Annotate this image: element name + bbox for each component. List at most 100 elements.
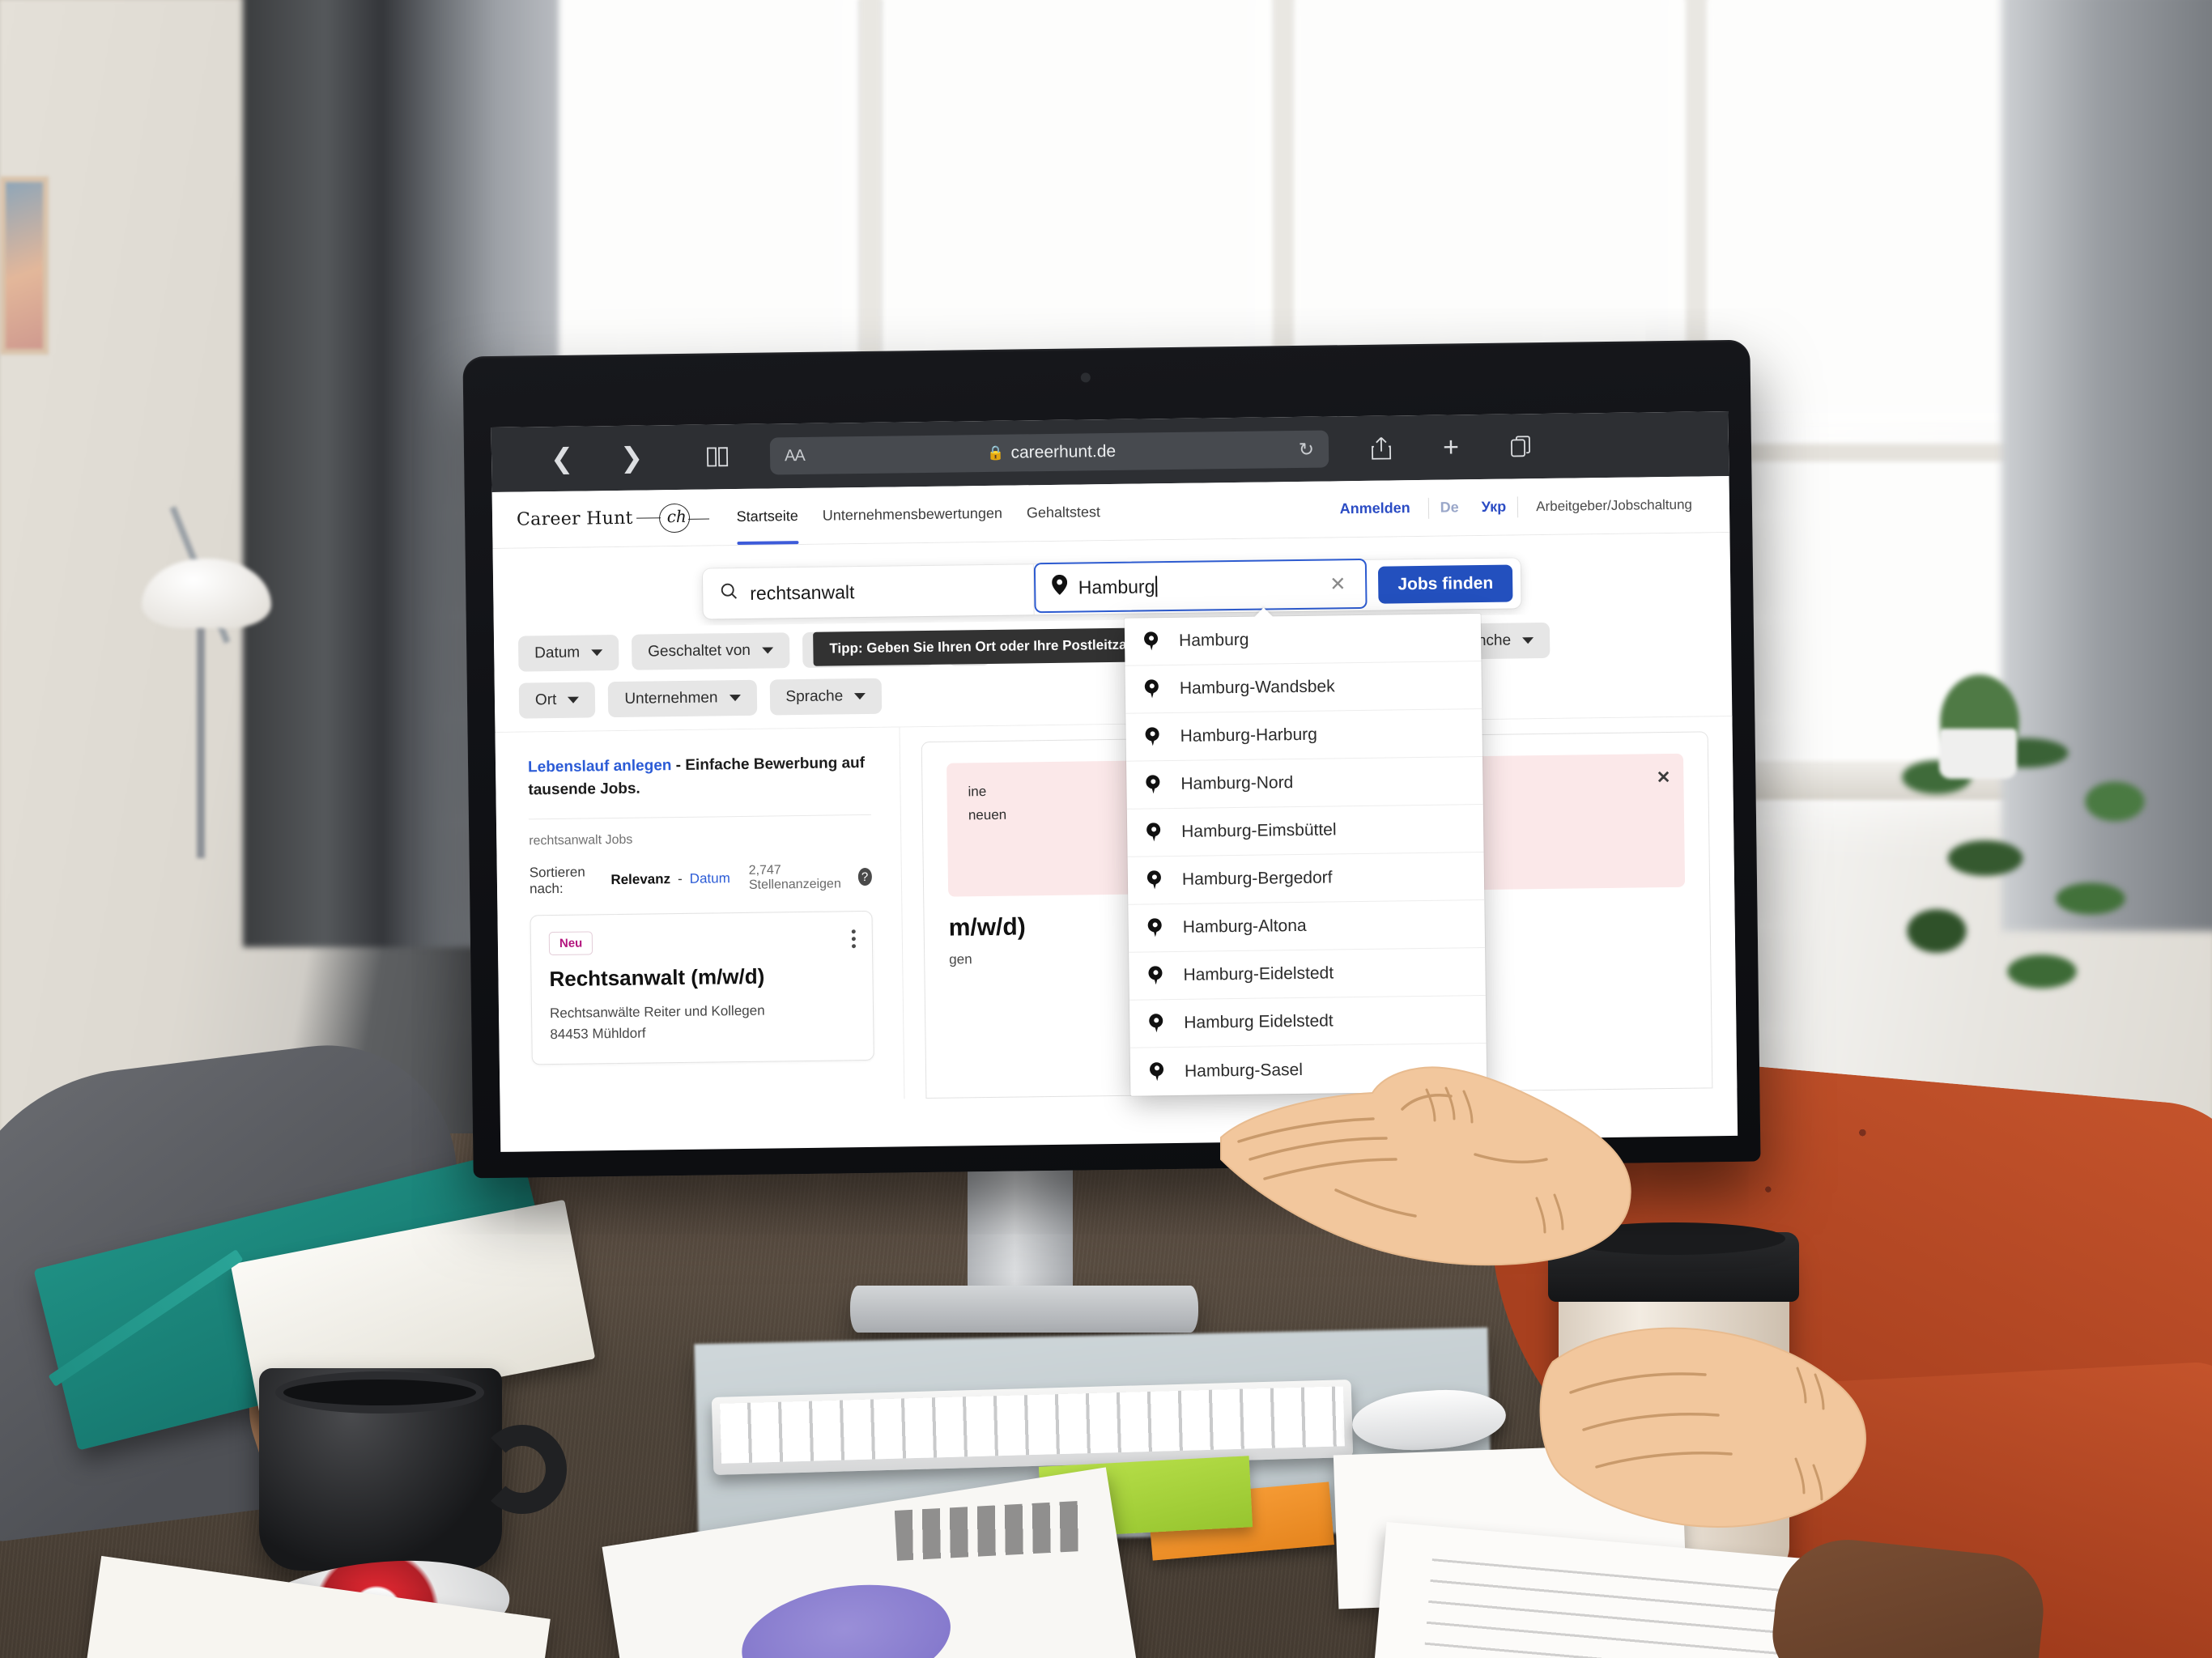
- suggestion-item[interactable]: Hamburg-Harburg: [1125, 709, 1483, 762]
- sort-row: Sortieren nach: Relevanz - Datum 2,747 S…: [529, 861, 873, 898]
- sign-in-link[interactable]: Anmelden: [1322, 500, 1428, 518]
- keyword-search-field[interactable]: rechtsanwalt: [702, 564, 1035, 619]
- search-bar: rechtsanwalt Hamburg ✕ Jobs finden: [702, 558, 1521, 619]
- nav-item-startseite[interactable]: Startseite: [736, 488, 798, 545]
- suggestion-item[interactable]: Hamburg-Altona: [1128, 899, 1486, 953]
- location-pin-icon: [1149, 1014, 1163, 1033]
- lamp-stem: [197, 623, 205, 858]
- dropdown-arrow: [1253, 607, 1274, 618]
- suggestion-item[interactable]: Hamburg-Eidelstedt: [1129, 947, 1486, 1001]
- location-pin-icon: [1144, 631, 1158, 651]
- chevron-down-icon: [729, 694, 741, 702]
- job-card[interactable]: Neu Rechtsanwalt (m/w/d) Rechtsanwälte R…: [530, 910, 874, 1065]
- filter-chip-label: Unternehmen: [624, 689, 718, 708]
- main-nav: Startseite Unternehmensbewertungen Gehal…: [736, 484, 1100, 545]
- plant-pot: [1939, 729, 2017, 779]
- job-title[interactable]: Rechtsanwalt (m/w/d): [549, 963, 854, 992]
- filter-chip-unternehmen[interactable]: Unternehmen: [608, 679, 757, 718]
- book-icon[interactable]: [683, 445, 752, 469]
- chevron-down-icon: [854, 692, 866, 700]
- suggestion-label: Hamburg-Wandsbek: [1179, 677, 1335, 698]
- location-pin-icon: [1146, 775, 1159, 794]
- keyword-results-label: rechtsanwalt Jobs: [529, 832, 633, 848]
- handwritten-title: [894, 1500, 1083, 1561]
- clear-location-icon[interactable]: ✕: [1326, 572, 1349, 596]
- location-pin-icon: [1150, 1062, 1163, 1082]
- divider: [528, 814, 871, 820]
- screen: ❮ ❯ AA 🔒 careerhunt.de ↻ + Career Hunt c…: [491, 410, 1738, 1152]
- suggestion-label: Hamburg-Harburg: [1180, 725, 1318, 746]
- mug-handle: [478, 1425, 567, 1514]
- question-mark-icon[interactable]: ?: [857, 867, 873, 886]
- share-icon[interactable]: [1346, 436, 1416, 461]
- houseplant: [1888, 729, 2188, 1085]
- chart-circle: [734, 1571, 959, 1658]
- suggestion-label: Hamburg-Nord: [1180, 773, 1294, 793]
- keyword-search-value: rechtsanwalt: [750, 580, 855, 604]
- sort-separator: -: [677, 871, 683, 887]
- suggestion-label: Hamburg-Sasel: [1184, 1060, 1304, 1081]
- chevron-down-icon: [1522, 637, 1534, 644]
- coffee-cup-lid-top: [1563, 1222, 1785, 1255]
- header-actions: Anmelden De Укр Arbeitgeber/Jobschaltung: [1321, 490, 1707, 524]
- url-text: 🔒 careerhunt.de: [805, 440, 1299, 466]
- location-suggestions-dropdown: Hamburg Hamburg-Wandsbek Hamburg-Harburg…: [1124, 607, 1487, 1096]
- back-chevron-icon[interactable]: ❮: [527, 444, 597, 474]
- location-search-field[interactable]: Hamburg ✕: [1033, 558, 1368, 614]
- location-pin-icon: [1051, 574, 1067, 601]
- filter-chip-datum[interactable]: Datum: [517, 634, 619, 672]
- kebab-menu-icon[interactable]: [851, 929, 857, 949]
- location-pin-icon: [1147, 870, 1161, 890]
- site-logo[interactable]: Career Hunt ch: [517, 501, 709, 536]
- find-jobs-button[interactable]: Jobs finden: [1378, 564, 1513, 604]
- suggestion-item[interactable]: Hamburg-Eimsbüttel: [1126, 804, 1484, 857]
- filter-chip-label: Datum: [534, 644, 581, 662]
- job-location: 84453 Mühldorf: [550, 1026, 646, 1043]
- location-search-value: Hamburg: [1078, 573, 1316, 598]
- suggestion-label: Hamburg Eidelstedt: [1184, 1011, 1334, 1032]
- nav-item-unternehmensbewertungen[interactable]: Unternehmensbewertungen: [822, 486, 1002, 544]
- filter-chip-geschaltet-von[interactable]: Geschaltet von: [631, 632, 790, 670]
- sort-prefix-label: Sortieren nach:: [529, 864, 585, 897]
- suggestion-item[interactable]: Hamburg: [1124, 614, 1482, 666]
- lang-ukr-link[interactable]: Укр: [1470, 498, 1518, 516]
- suggestion-label: Hamburg-Eimsbüttel: [1181, 820, 1337, 841]
- filter-chip-ort[interactable]: Ort: [518, 682, 596, 719]
- logo-monogram-text: ch: [666, 506, 687, 526]
- new-tab-button[interactable]: +: [1416, 432, 1486, 462]
- lang-de-link[interactable]: De: [1429, 499, 1470, 517]
- status-badge-new: Neu: [548, 931, 593, 956]
- sort-option-date[interactable]: Datum: [690, 870, 730, 887]
- results-area: Lebenslauf anlegen - Einfache Bewerbung …: [495, 715, 1738, 1104]
- suggestion-label: Hamburg-Altona: [1182, 916, 1307, 937]
- location-pin-icon: [1146, 823, 1160, 842]
- search-icon: [719, 581, 738, 606]
- chevron-down-icon: [761, 647, 773, 654]
- suggestion-item[interactable]: Hamburg-Wandsbek: [1125, 661, 1482, 714]
- suggestion-item[interactable]: Hamburg-Nord: [1126, 757, 1483, 810]
- location-pin-icon: [1148, 918, 1162, 937]
- framed-artwork: [0, 176, 49, 355]
- monitor-stand-base: [850, 1286, 1198, 1333]
- suggestion-item[interactable]: Hamburg-Bergedorf: [1127, 852, 1485, 905]
- suggestion-item[interactable]: Hamburg-Sasel: [1130, 1044, 1487, 1096]
- results-list-column: Lebenslauf anlegen - Einfache Bewerbung …: [495, 727, 905, 1104]
- filter-chip-label: Sprache: [785, 687, 844, 706]
- tabs-icon[interactable]: [1486, 435, 1555, 458]
- employer-link[interactable]: Arbeitgeber/Jobschaltung: [1518, 496, 1707, 515]
- location-pin-icon: [1145, 727, 1159, 746]
- computer-monitor: ❮ ❯ AA 🔒 careerhunt.de ↻ + Career Hunt c…: [462, 339, 1761, 1179]
- sort-option-relevance[interactable]: Relevanz: [610, 871, 670, 888]
- reload-icon[interactable]: ↻: [1299, 438, 1315, 460]
- chevron-down-icon: [568, 696, 580, 704]
- nav-item-gehaltstest[interactable]: Gehaltstest: [1026, 484, 1100, 541]
- close-icon[interactable]: ✕: [1657, 763, 1671, 793]
- url-value: careerhunt.de: [1010, 441, 1117, 462]
- keyboard-keys: [720, 1386, 1345, 1464]
- text-size-icon[interactable]: AA: [785, 446, 805, 465]
- address-bar[interactable]: AA 🔒 careerhunt.de ↻: [769, 430, 1329, 475]
- filter-chip-sprache[interactable]: Sprache: [769, 678, 883, 716]
- suggestion-item[interactable]: Hamburg Eidelstedt: [1129, 995, 1487, 1048]
- forward-chevron-icon[interactable]: ❯: [597, 443, 666, 474]
- resume-promo-link[interactable]: Lebenslauf anlegen: [528, 757, 672, 776]
